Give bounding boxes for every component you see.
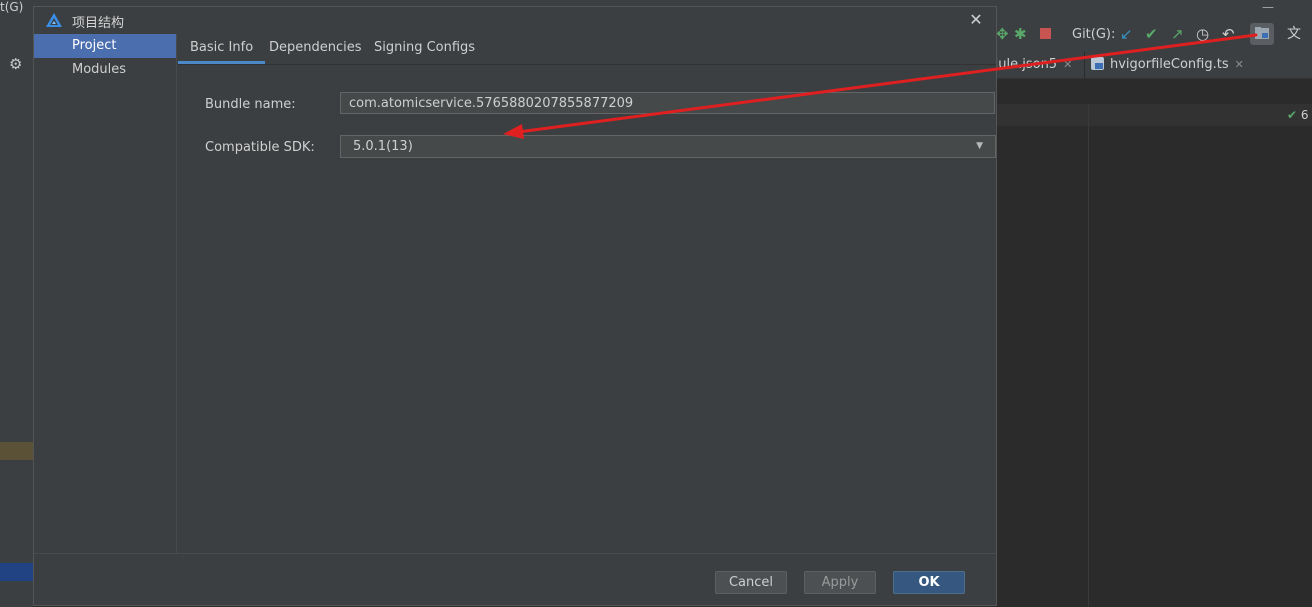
editor-tab-label: hvigorfileConfig.ts: [1110, 57, 1229, 72]
close-icon[interactable]: ✕: [965, 9, 987, 31]
dialog-content: Basic Info Dependencies Signing Configs …: [178, 34, 996, 553]
ide-editor-divider: [1088, 104, 1089, 607]
run-coverage-icon[interactable]: ✥: [996, 25, 1009, 43]
chevron-down-icon: ▼: [976, 141, 983, 151]
sidebar-item-modules[interactable]: Modules: [34, 58, 176, 82]
project-structure-button[interactable]: [1250, 23, 1274, 45]
compatible-sdk-select[interactable]: 5.0.1(13) ▼: [340, 135, 996, 158]
gear-icon[interactable]: ⚙: [9, 55, 22, 73]
ok-button[interactable]: OK: [893, 571, 965, 594]
debug-bug-icon[interactable]: ✱: [1014, 25, 1027, 43]
bundle-name-input[interactable]: [340, 92, 995, 114]
window-minimize-icon[interactable]: —: [1262, 0, 1274, 14]
project-structure-dialog: 项目结构 ✕ Project Modules Basic Info Depend…: [33, 6, 997, 606]
dialog-title: 项目结构: [72, 16, 125, 31]
git-history-icon[interactable]: ◷: [1196, 25, 1209, 43]
sidebar-item-project[interactable]: Project: [34, 34, 176, 58]
stop-icon[interactable]: [1040, 28, 1051, 39]
close-tab-icon[interactable]: ✕: [1235, 58, 1244, 71]
bundle-name-label: Bundle name:: [205, 97, 296, 112]
compatible-sdk-label: Compatible SDK:: [205, 140, 315, 155]
tab-basic-info[interactable]: Basic Info: [178, 34, 266, 64]
ide-menu-git[interactable]: t(G): [0, 0, 23, 14]
ide-left-selection: [0, 563, 33, 581]
git-toolbar-label: Git(G):: [1072, 27, 1116, 42]
git-update-icon[interactable]: ↙: [1120, 25, 1133, 43]
tab-signing-configs[interactable]: Signing Configs: [374, 34, 475, 62]
git-rollback-icon[interactable]: ↶: [1222, 25, 1235, 43]
check-icon: ✔: [1287, 108, 1298, 122]
apply-button[interactable]: Apply: [804, 571, 876, 594]
git-push-icon[interactable]: ↗: [1171, 25, 1184, 43]
git-commit-icon[interactable]: ✔: [1145, 25, 1158, 43]
ide-left-highlight: [0, 442, 33, 460]
tab-dependencies[interactable]: Dependencies: [269, 34, 362, 62]
editor-tab-module-json[interactable]: dule.json5 ✕: [990, 52, 1072, 78]
dialog-tabbar: Basic Info Dependencies Signing Configs: [178, 34, 996, 65]
close-tab-icon[interactable]: ✕: [1063, 58, 1072, 71]
ide-left-panel: [0, 52, 33, 607]
cancel-button[interactable]: Cancel: [715, 571, 787, 594]
project-structure-icon: [1255, 27, 1269, 39]
ide-editor-header: [996, 104, 1312, 126]
dialog-titlebar[interactable]: 项目结构 ✕: [34, 7, 996, 34]
dialog-sidebar: Project Modules: [34, 34, 177, 553]
inspection-count: 6: [1300, 108, 1309, 122]
inspection-badge[interactable]: ✔ 6: [1287, 108, 1309, 122]
typescript-file-icon: [1091, 57, 1104, 70]
editor-tab-hvigorfile[interactable]: hvigorfileConfig.ts ✕: [1084, 52, 1250, 78]
translate-icon[interactable]: 文: [1287, 25, 1301, 43]
deveco-logo-icon: [46, 13, 62, 27]
dialog-footer: Cancel Apply OK: [34, 553, 996, 605]
editor-tab-label: dule.json5: [990, 57, 1058, 72]
compatible-sdk-value: 5.0.1(13): [353, 139, 413, 154]
